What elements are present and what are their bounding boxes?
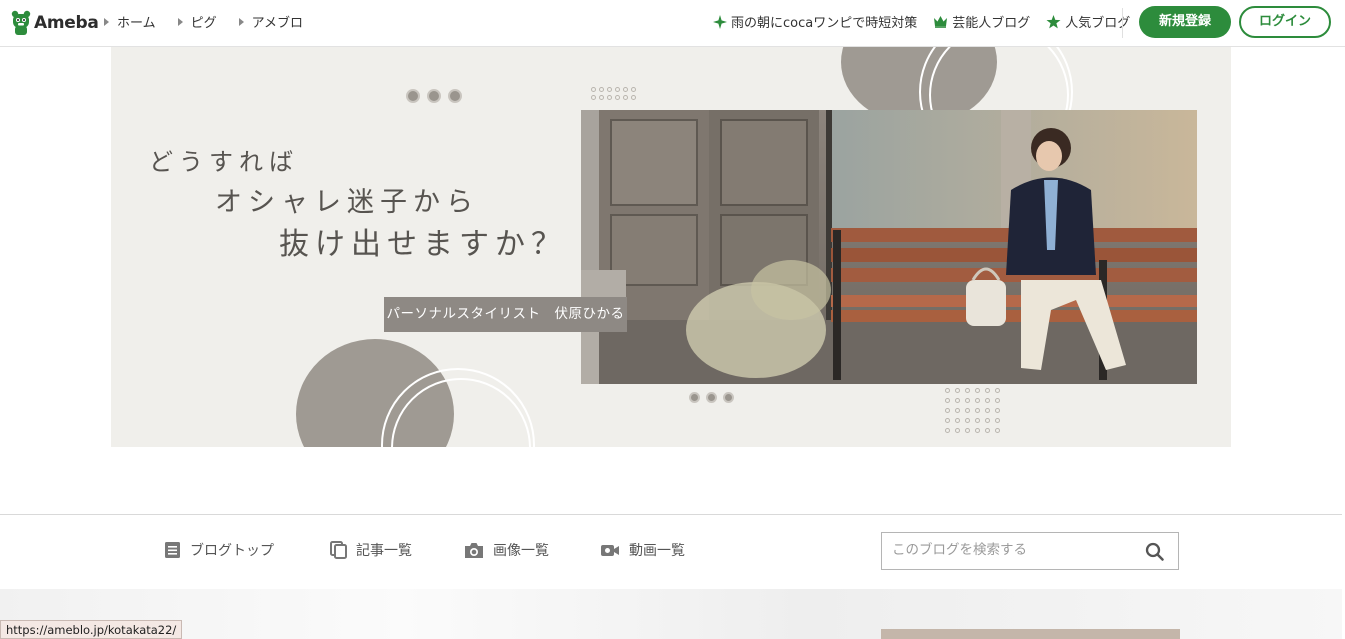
logo-text: Ameba [34,13,99,33]
crumb-ameblo[interactable]: アメブロ [238,12,303,31]
nav-video-list[interactable]: 動画一覧 [600,540,685,560]
decor-dot [427,89,441,103]
decor-dot [706,392,717,403]
banner-caption: パーソナルスタイリスト 伏原ひかる [384,297,627,332]
banner-catch-line-2: オシャレ迷子から [215,187,479,218]
caret-right-icon [104,17,109,26]
crumb-label: ピグ [190,16,217,31]
link-feature-article[interactable]: 雨の朝にcocaワンピで時短対策 [713,12,917,31]
nav-label: ブログトップ [190,543,274,559]
link-popular-blogs[interactable]: 人気ブログ [1046,12,1130,31]
nav-label: 記事一覧 [356,543,412,559]
decor-dot [406,89,420,103]
blog-search-input[interactable] [892,542,1132,558]
nav-image-list[interactable]: 画像一覧 [464,540,549,560]
sparkle-icon [713,14,727,29]
signup-button[interactable]: 新規登録 [1139,6,1231,38]
ameba-mascot-icon [11,10,31,35]
crumb-pigg[interactable]: ピグ [177,12,217,31]
decor-dot-grid [945,388,1000,433]
banner-catch-line-3: 抜け出せますか？ [279,227,567,262]
nav-article-list[interactable]: 記事一覧 [330,540,412,560]
link-label: 雨の朝にcocaワンピで時短対策 [731,16,918,31]
video-icon [601,544,619,556]
nav-label: 動画一覧 [629,543,685,559]
caret-right-icon [177,17,183,26]
crumb-home[interactable]: ホーム [104,12,156,31]
login-button[interactable]: ログイン [1239,6,1331,38]
service-breadcrumb: ホーム ピグ アメブロ [104,12,325,31]
header-divider [1122,8,1123,38]
caret-right-icon [238,17,244,26]
crumb-label: アメブロ [251,16,303,31]
crumb-label: ホーム [117,16,156,31]
blog-navigation: ブログトップ 記事一覧 画像一覧 動画一覧 [0,514,1342,590]
nav-blog-top[interactable]: ブログトップ [164,540,274,560]
decor-dot-grid [591,87,636,100]
ameba-logo[interactable]: Ameba [11,9,99,37]
banner-catch-line-1: どうすれば [149,148,299,176]
document-icon [165,542,180,558]
status-bar-url: https://ameblo.jp/kotakata22/ [0,620,183,639]
link-label: 芸能人ブログ [952,16,1031,31]
stylist-photo-image [581,110,1197,384]
global-header: Ameba ホーム ピグ アメブロ 雨の朝にcocaワンピで時短対策 芸能人ブロ… [0,0,1345,47]
banner-photo [581,110,1197,384]
header-links: 雨の朝にcocaワンピで時短対策 芸能人ブログ 人気ブログ [713,12,1146,31]
crown-icon [934,16,948,28]
nav-label: 画像一覧 [493,543,549,559]
sidebar-profile-image [881,629,1180,639]
decor-dot [448,89,462,103]
blog-search-box [881,532,1179,570]
link-celebrity-blogs[interactable]: 芸能人ブログ [933,12,1030,31]
blog-header-banner[interactable]: どうすれば オシャレ迷子から 抜け出せますか？ パーソナルスタイリスト 伏原ひか… [111,47,1231,447]
star-icon [1046,14,1061,28]
decor-dot [723,392,734,403]
decor-dot [689,392,700,403]
search-icon[interactable] [1145,542,1164,561]
link-label: 人気ブログ [1065,16,1131,31]
camera-icon [465,542,483,558]
copy-icon [330,541,347,559]
